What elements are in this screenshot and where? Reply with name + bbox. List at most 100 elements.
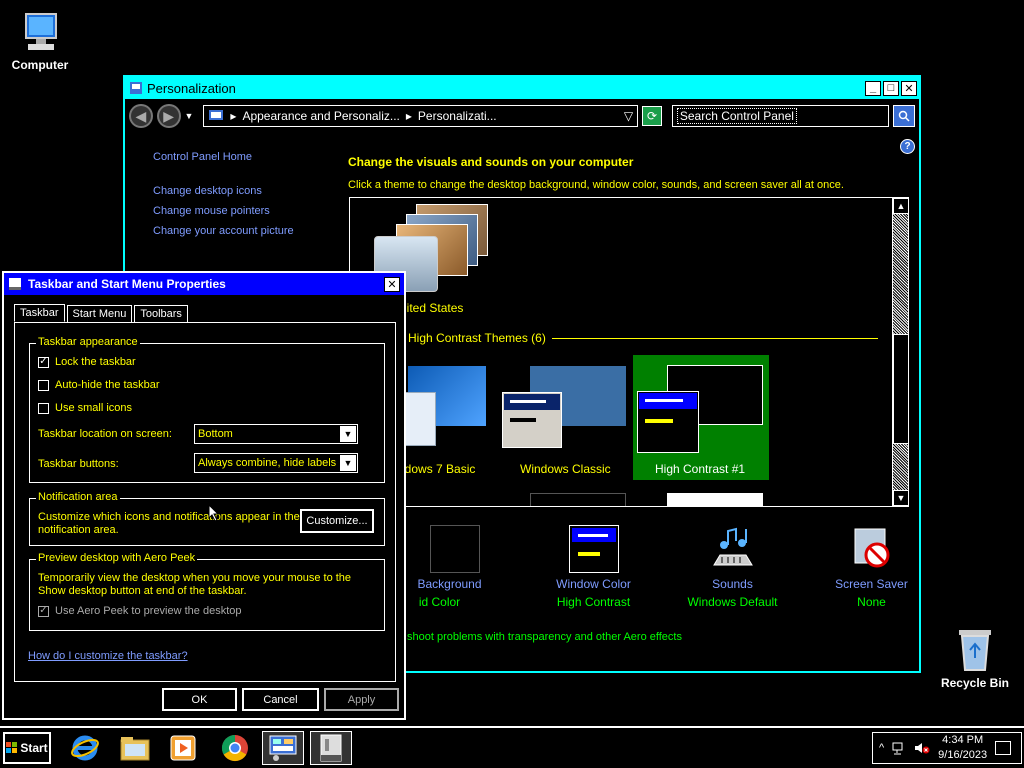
theme-label-high-contrast: High Contrast #1 (655, 462, 746, 476)
taskbar-properties-dialog: Taskbar and Start Menu Properties ✕ Task… (2, 271, 406, 720)
aero-peek-group: Preview desktop with Aero Peek Temporari… (29, 552, 385, 631)
theme-windows-classic[interactable]: Windows Classic (500, 358, 630, 478)
computer-label: Computer (11, 58, 69, 72)
lock-taskbar-check-icon: ✓ (38, 356, 49, 368)
close-button[interactable]: ✕ (901, 80, 917, 96)
lock-taskbar-label: Lock the taskbar (55, 356, 136, 368)
aero-peek-text: Temporarily view the desktop when you mo… (38, 572, 352, 597)
theme-label-classic: Windows Classic (520, 462, 611, 476)
taskbar-chrome[interactable] (214, 731, 256, 765)
small-icons-box (38, 402, 49, 414)
window-color-item[interactable]: Window Color High Contrast (524, 525, 663, 609)
search-icon[interactable] (893, 105, 915, 127)
breadcrumb-personalization[interactable]: Personalizati... (418, 109, 618, 123)
dialog-titlebar[interactable]: Taskbar and Start Menu Properties ✕ (4, 273, 404, 295)
theme-scrollbar[interactable]: ▲ ▼ (892, 198, 908, 506)
personalization-titlebar[interactable]: Personalization _ □ ✕ (125, 77, 919, 99)
help-customize-link[interactable]: How do I customize the taskbar? (28, 650, 188, 662)
tab-toolbars[interactable]: Toolbars (134, 305, 188, 323)
clock-time: 4:34 PM (942, 734, 984, 746)
help-icon[interactable]: ? (900, 139, 915, 154)
dialog-tabs: Taskbar Start Menu Toolbars (14, 304, 190, 323)
customize-button[interactable]: Customize... (300, 509, 374, 533)
small-icons-checkbox[interactable]: Use small icons (38, 402, 132, 414)
link-control-panel-home[interactable]: Control Panel Home (153, 151, 294, 163)
nav-history-arrow-icon[interactable]: ▼ (185, 111, 194, 121)
sounds-icon (712, 527, 753, 566)
chevron-down-icon: ▼ (340, 426, 356, 442)
dialog-close-button[interactable]: ✕ (384, 276, 400, 292)
troubleshoot-link[interactable]: shoot problems with transparency and oth… (407, 631, 682, 643)
taskbar-control-panel[interactable] (262, 731, 304, 765)
lock-taskbar-checkbox[interactable]: ✓ Lock the taskbar (38, 356, 136, 368)
taskbar-tab-page: Taskbar appearance ✓ Lock the taskbar Au… (14, 322, 396, 682)
aero-peek-label: Use Aero Peek to preview the desktop (55, 605, 242, 617)
network-icon[interactable] (892, 741, 906, 755)
desktop-icon-computer[interactable]: Computer (0, 8, 80, 72)
back-button[interactable]: ◀ (129, 104, 153, 128)
crumb-separator-icon: ▸ (405, 109, 412, 123)
breadcrumb-appearance[interactable]: Appearance and Personaliz... (242, 109, 399, 123)
link-change-account-picture[interactable]: Change your account picture (153, 225, 294, 237)
refresh-button[interactable]: ⟳ (642, 106, 662, 126)
buttons-label: Taskbar buttons: (38, 458, 119, 470)
taskbar-ie[interactable] (64, 731, 106, 765)
ok-button[interactable]: OK (162, 688, 237, 711)
left-nav: Control Panel Home Change desktop icons … (153, 151, 294, 245)
notification-area-title: Notification area (36, 491, 120, 503)
address-bar[interactable]: ▸ Appearance and Personaliz... ▸ Persona… (203, 105, 639, 127)
taskbar-media-player[interactable] (162, 731, 204, 765)
taskbar-properties[interactable] (310, 731, 352, 765)
auto-hide-box (38, 379, 49, 391)
scroll-down-button[interactable]: ▼ (893, 490, 908, 506)
screen-saver-name: Screen Saver (835, 577, 908, 591)
recycle-bin-label: Recycle Bin (940, 676, 1010, 690)
desktop-icon-recycle-bin[interactable]: Recycle Bin (935, 624, 1015, 690)
volume-muted-icon[interactable] (914, 741, 930, 755)
screen-saver-item[interactable]: Screen Saver None (802, 525, 941, 609)
aero-peek-checkbox: ✓ Use Aero Peek to preview the desktop (38, 605, 242, 617)
tab-start-menu[interactable]: Start Menu (66, 305, 133, 323)
sounds-name: Sounds (712, 577, 753, 591)
theme-high-contrast-1[interactable]: High Contrast #1 (633, 355, 769, 480)
taskbar: Start ^ 4:34 PM 9/16/2023 (0, 726, 1024, 768)
clock-date: 9/16/2023 (938, 749, 988, 761)
scroll-up-button[interactable]: ▲ (893, 198, 908, 214)
location-select[interactable]: Bottom ▼ (194, 424, 358, 444)
tab-taskbar[interactable]: Taskbar (14, 304, 65, 322)
cancel-button[interactable]: Cancel (242, 688, 319, 711)
page-subtext: Click a theme to change the desktop back… (348, 179, 844, 191)
control-panel-icon (269, 735, 297, 761)
search-input[interactable]: Search Control Panel (671, 105, 890, 127)
tray-expand-icon[interactable]: ^ (879, 742, 884, 754)
address-dropdown-icon[interactable]: ▽ (624, 109, 633, 123)
link-change-mouse-pointers[interactable]: Change mouse pointers (153, 205, 294, 217)
start-button[interactable]: Start (3, 732, 51, 764)
small-icons-label: Use small icons (55, 402, 133, 414)
buttons-value: Always combine, hide labels (198, 457, 337, 469)
system-tray: ^ 4:34 PM 9/16/2023 (872, 732, 1022, 764)
control-panel-icon (130, 82, 142, 94)
theme-label-win7-basic: ndows 7 Basic (398, 462, 476, 476)
group-header-label: d High Contrast Themes (6) (398, 331, 546, 345)
maximize-button[interactable]: □ (883, 80, 899, 96)
search-placeholder: Search Control Panel (676, 108, 797, 124)
scroll-thumb[interactable] (893, 334, 908, 444)
clock[interactable]: 4:34 PM 9/16/2023 (938, 733, 987, 763)
auto-hide-checkbox[interactable]: Auto-hide the taskbar (38, 379, 160, 391)
chrome-icon (221, 734, 248, 762)
taskbar-properties-icon (9, 278, 21, 290)
computer-icon (25, 13, 57, 50)
taskbar-explorer[interactable] (114, 731, 156, 765)
auto-hide-label: Auto-hide the taskbar (55, 379, 160, 391)
dialog-title: Taskbar and Start Menu Properties (28, 277, 226, 291)
buttons-select[interactable]: Always combine, hide labels ▼ (194, 453, 358, 473)
show-desktop-button[interactable] (995, 741, 1012, 755)
minimize-button[interactable]: _ (865, 80, 881, 96)
chevron-down-icon: ▼ (340, 455, 356, 471)
link-change-desktop-icons[interactable]: Change desktop icons (153, 185, 294, 197)
forward-button[interactable]: ▶ (156, 104, 181, 128)
sounds-item[interactable]: Sounds Windows Default (663, 525, 802, 609)
screen-saver-icon (854, 528, 889, 568)
internet-explorer-icon (71, 735, 99, 761)
